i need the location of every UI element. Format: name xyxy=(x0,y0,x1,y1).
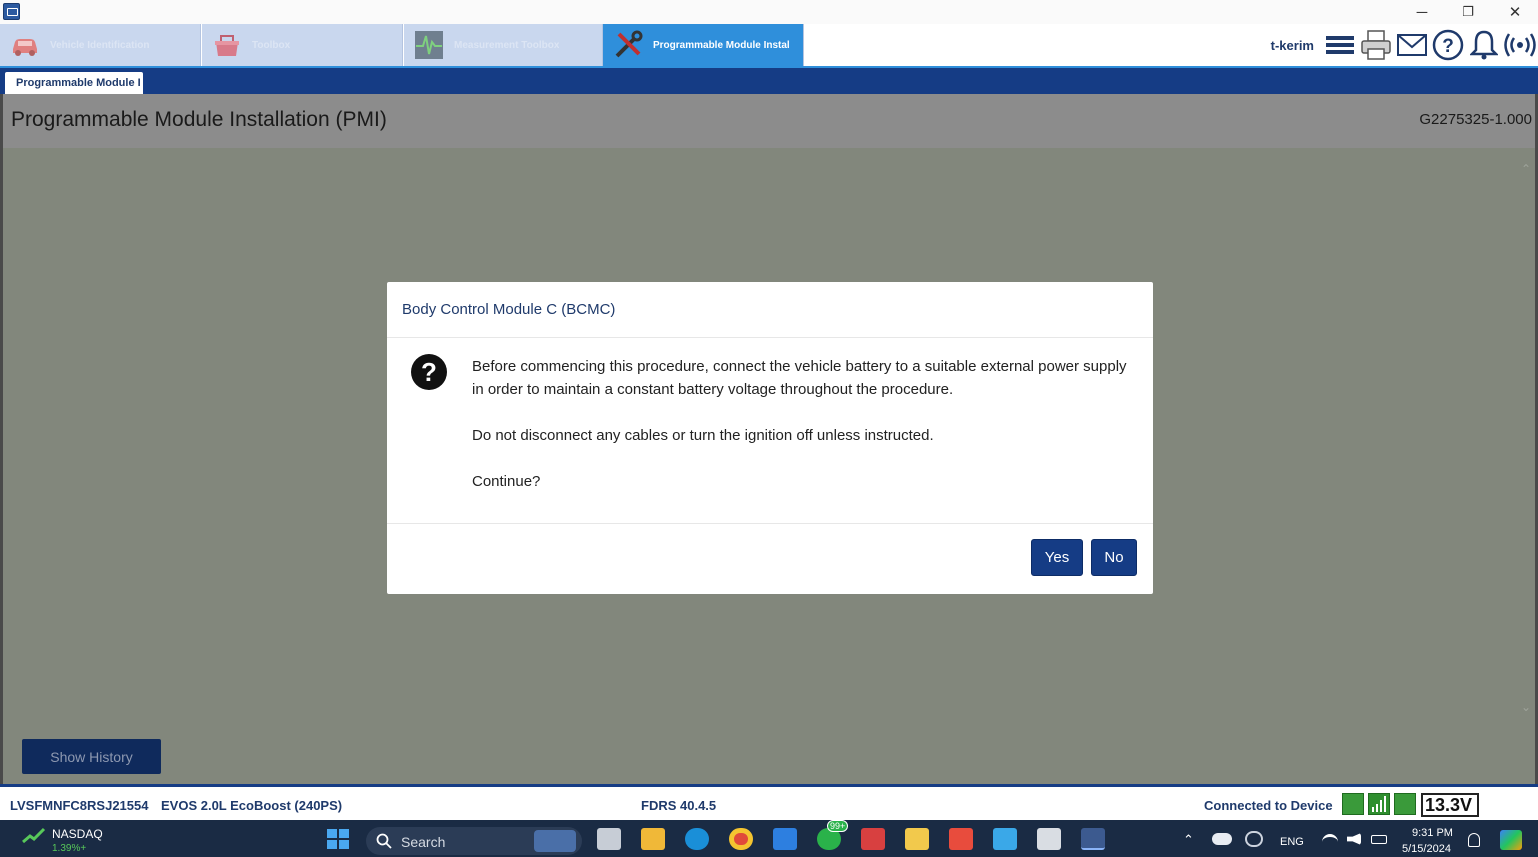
mail-icon[interactable] xyxy=(1394,27,1430,63)
page-code: G2275325-1.000 xyxy=(1419,111,1532,128)
scroll-up-icon[interactable]: ⌃ xyxy=(1521,162,1531,176)
help-icon[interactable]: ? xyxy=(1430,27,1466,63)
yes-button[interactable]: Yes xyxy=(1031,539,1083,576)
svg-text:?: ? xyxy=(421,357,437,387)
copilot-icon[interactable] xyxy=(1500,830,1522,850)
status-bar: LVSFMNFC8RSJ21554 EVOS 2.0L EcoBoost (24… xyxy=(0,784,1538,820)
header-actions: t-kerim ? xyxy=(1271,24,1538,66)
dialog-paragraph: Continue? xyxy=(472,473,541,490)
username: t-kerim xyxy=(1270,37,1314,53)
printer-icon[interactable] xyxy=(1358,27,1394,63)
version-label: FDRS 40.4.5 xyxy=(641,798,717,813)
show-history-button[interactable]: Show History xyxy=(22,739,161,774)
vci-device-icon xyxy=(1342,793,1364,815)
search-label: Search xyxy=(401,834,446,850)
dialog-paragraph: Before commencing this procedure, connec… xyxy=(472,358,1127,398)
restore-button[interactable]: ❐ xyxy=(1445,0,1491,24)
dialog-footer: Yes No xyxy=(387,524,1153,594)
subtab-strip: Programmable Module I xyxy=(0,66,1538,94)
app-icon-remote[interactable] xyxy=(949,828,973,850)
clock-date[interactable]: 5/15/2024 xyxy=(1402,843,1451,855)
waveform-icon xyxy=(414,30,444,60)
tab-measurement-toolbox[interactable]: Measurement Toolbox xyxy=(404,24,603,66)
dialog-body: ? Before commencing this procedure, conn… xyxy=(387,338,1153,524)
connection-status: Connected to Device xyxy=(1204,798,1333,813)
dialog-paragraph: Do not disconnect any cables or turn the… xyxy=(472,427,934,444)
notepad-icon[interactable] xyxy=(993,828,1017,850)
dialog-title: Body Control Module C (BCMC) xyxy=(387,282,1153,338)
chrome-browser-icon[interactable] xyxy=(729,828,753,850)
page-header: Programmable Module Installation (PMI) G… xyxy=(0,94,1538,148)
bell-icon[interactable] xyxy=(1466,27,1502,63)
battery-icon[interactable] xyxy=(1371,835,1387,844)
tab-label: Programmable Module Instal xyxy=(653,39,790,51)
app-store-icon[interactable] xyxy=(773,828,797,850)
language-indicator[interactable]: ENG xyxy=(1280,836,1304,848)
subtab-programmable-module[interactable]: Programmable Module I xyxy=(5,72,143,94)
task-view-icon[interactable] xyxy=(597,828,621,850)
question-icon: ? xyxy=(411,354,447,390)
tab-programmable-module-installation[interactable]: Programmable Module Instal xyxy=(603,24,804,66)
main-tab-bar: Vehicle Identification Toolbox Measureme… xyxy=(0,24,1538,66)
signal-strength-icon xyxy=(1368,793,1390,815)
fdrs-app-icon[interactable] xyxy=(1081,828,1105,850)
vin-label: LVSFMNFC8RSJ21554 xyxy=(10,798,149,813)
stock-change: 1.39%+ xyxy=(52,843,87,854)
dialog-message: Before commencing this procedure, connec… xyxy=(472,355,1132,516)
sticky-notes-icon[interactable] xyxy=(905,828,929,850)
search-highlight-icon xyxy=(534,830,576,852)
tab-label: Vehicle Identification xyxy=(50,39,150,51)
onedrive-icon[interactable] xyxy=(1212,833,1232,845)
tab-label: Measurement Toolbox xyxy=(454,39,560,51)
engine-label: EVOS 2.0L EcoBoost (240PS) xyxy=(161,798,343,813)
tab-vehicle-identification[interactable]: Vehicle Identification xyxy=(0,24,201,66)
car-icon xyxy=(10,30,40,60)
windows-start-icon[interactable] xyxy=(326,828,350,850)
taskbar-search[interactable]: Search xyxy=(366,827,582,855)
file-explorer-icon[interactable] xyxy=(641,828,665,850)
search-icon xyxy=(376,833,392,849)
menu-icon[interactable] xyxy=(1322,27,1358,63)
stock-chart-icon xyxy=(22,827,46,844)
app-logo-icon xyxy=(3,3,20,20)
battery-status-icon xyxy=(1394,793,1416,815)
page-title: Programmable Module Installation (PMI) xyxy=(11,108,387,131)
whatsapp-icon[interactable]: 99+ xyxy=(817,820,849,850)
volume-icon[interactable] xyxy=(1347,833,1361,845)
scroll-down-icon[interactable]: ⌄ xyxy=(1521,700,1531,714)
stock-widget[interactable]: NASDAQ 1.39%+ xyxy=(22,826,103,854)
os-taskbar: NASDAQ 1.39%+ Search 99+ ⌃ ENG 9:31 PM 5… xyxy=(0,820,1538,857)
wifi-icon[interactable] xyxy=(1322,834,1338,846)
window-titlebar: ─ ❐ ✕ xyxy=(0,0,1538,24)
toolbox-icon xyxy=(212,30,242,60)
no-button[interactable]: No xyxy=(1091,539,1137,576)
svg-text:?: ? xyxy=(1442,36,1454,57)
notification-badge: 99+ xyxy=(827,820,849,832)
battery-voltage: 13.3V xyxy=(1421,793,1479,817)
sync-icon[interactable] xyxy=(1245,831,1263,847)
tool-app-icon[interactable] xyxy=(1037,828,1061,850)
tray-overflow-icon[interactable]: ⌃ xyxy=(1183,832,1194,848)
minimize-button[interactable]: ─ xyxy=(1399,0,1445,24)
edge-browser-icon[interactable] xyxy=(685,828,709,850)
app-icon-red[interactable] xyxy=(861,828,885,850)
confirmation-dialog: Body Control Module C (BCMC) ? Before co… xyxy=(387,282,1153,594)
stock-name: NASDAQ xyxy=(52,827,103,841)
clock-time[interactable]: 9:31 PM xyxy=(1412,827,1453,839)
wireless-icon[interactable] xyxy=(1502,27,1538,63)
tab-toolbox[interactable]: Toolbox xyxy=(202,24,403,66)
notification-icon[interactable] xyxy=(1468,833,1480,847)
wrench-screwdriver-icon xyxy=(613,30,643,60)
tab-label: Toolbox xyxy=(252,39,291,51)
close-button[interactable]: ✕ xyxy=(1492,0,1538,24)
